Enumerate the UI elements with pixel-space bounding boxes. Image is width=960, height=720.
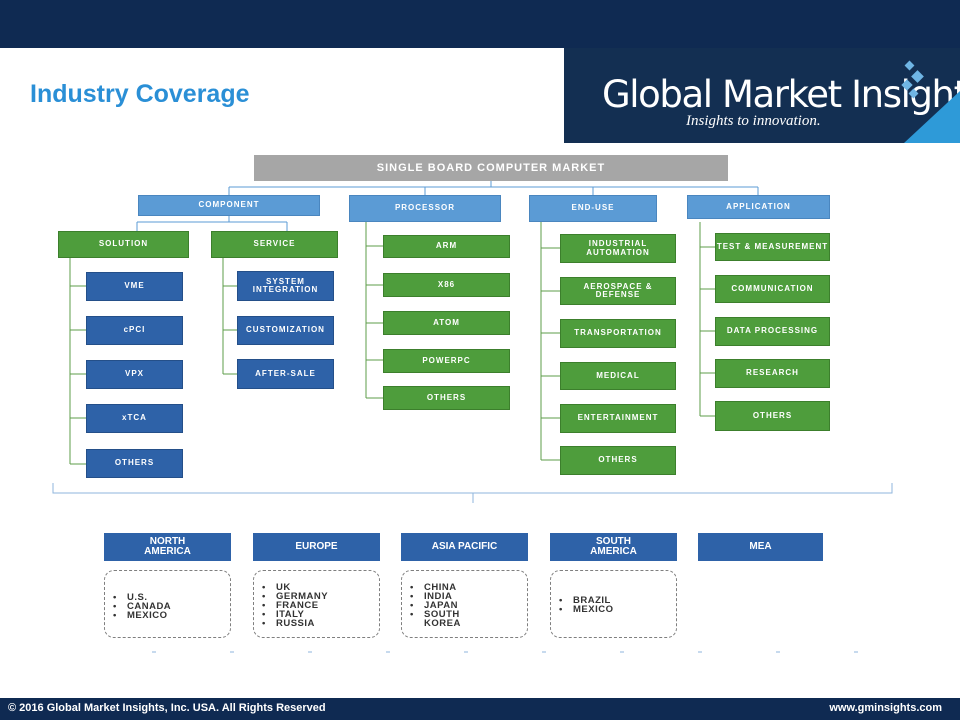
end-use-item: ENTERTAINMENT	[560, 404, 676, 433]
solution-item: VPX	[86, 360, 183, 389]
end-use-item: TRANSPORTATION	[560, 319, 676, 348]
solution-item: VME	[86, 272, 183, 301]
solution-item: OTHERS	[86, 449, 183, 478]
region-north-america: NORTH AMERICA	[104, 533, 231, 561]
processor-item: ARM	[383, 235, 510, 258]
footer-bar: © 2016 Global Market Insights, Inc. USA.…	[0, 698, 960, 720]
region-south-america: SOUTH AMERICA	[550, 533, 677, 561]
application-item: DATA PROCESSING	[715, 317, 830, 346]
root-market-box: SINGLE BOARD COMPUTER MARKET	[254, 155, 728, 181]
region-europe: EUROPE	[253, 533, 380, 561]
country-item: BRAZIL	[551, 596, 676, 606]
country-item: SOUTH KOREA	[402, 610, 479, 629]
end-use-item: AEROSPACE & DEFENSE	[560, 277, 676, 305]
processor-item: ATOM	[383, 311, 510, 335]
solution-item: cPCI	[86, 316, 183, 345]
processor-item: X86	[383, 273, 510, 297]
country-item: ITALY	[254, 610, 379, 620]
country-item: INDIA	[402, 592, 527, 602]
region-asia-pacific: ASIA PACIFIC	[401, 533, 528, 561]
country-item: MEXICO	[551, 605, 676, 615]
footer-website: www.gminsights.com	[829, 702, 942, 714]
subcategory-service: SERVICE	[211, 231, 338, 258]
category-application: APPLICATION	[687, 195, 830, 219]
service-item: SYSTEM INTEGRATION	[237, 271, 334, 301]
subcategory-solution: SOLUTION	[58, 231, 189, 258]
category-component: COMPONENT	[138, 195, 320, 216]
application-item: TEST & MEASUREMENT	[715, 233, 830, 261]
processor-item: POWERPC	[383, 349, 510, 373]
end-use-item: INDUSTRIAL AUTOMATION	[560, 234, 676, 263]
north-america-countries: U.S. CANADA MEXICO	[104, 570, 231, 638]
processor-item: OTHERS	[383, 386, 510, 410]
service-item: CUSTOMIZATION	[237, 316, 334, 345]
category-processor: PROCESSOR	[349, 195, 501, 222]
end-use-item: OTHERS	[560, 446, 676, 475]
solution-item: xTCA	[86, 404, 183, 433]
region-mea: MEA	[698, 533, 823, 561]
country-item: RUSSIA	[254, 619, 379, 629]
service-item: AFTER-SALE	[237, 359, 334, 389]
country-item: CANADA	[105, 602, 230, 612]
country-item: FRANCE	[254, 601, 379, 611]
application-item: COMMUNICATION	[715, 275, 830, 303]
application-item: OTHERS	[715, 401, 830, 431]
footer-copyright: © 2016 Global Market Insights, Inc. USA.…	[8, 702, 326, 714]
country-item: MEXICO	[105, 611, 230, 621]
europe-countries: UK GERMANY FRANCE ITALY RUSSIA	[253, 570, 380, 638]
category-end-use: END-USE	[529, 195, 657, 222]
end-use-item: MEDICAL	[560, 362, 676, 390]
application-item: RESEARCH	[715, 359, 830, 388]
asia-pacific-countries: CHINA INDIA JAPAN SOUTH KOREA	[401, 570, 528, 638]
country-item: CHINA	[402, 583, 527, 593]
south-america-countries: BRAZIL MEXICO	[550, 570, 677, 638]
country-item: JAPAN	[402, 601, 527, 611]
